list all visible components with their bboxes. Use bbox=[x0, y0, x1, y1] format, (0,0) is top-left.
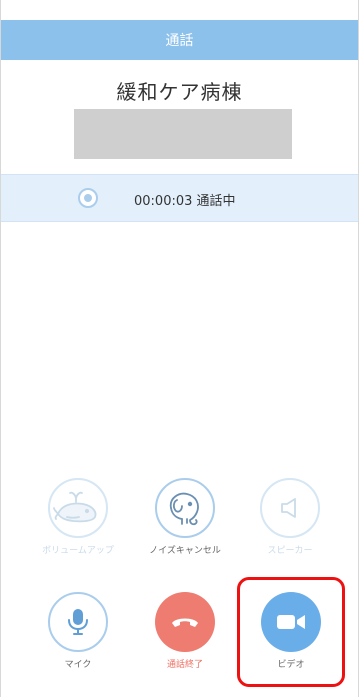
call-timer: 00:00:03 bbox=[134, 194, 193, 209]
mic-button[interactable]: マイク bbox=[38, 592, 118, 670]
call-status-text: 00:00:03 通話中 bbox=[134, 190, 236, 209]
volume-up-label: ボリュームアップ bbox=[42, 546, 114, 556]
mic-circle bbox=[48, 592, 108, 652]
status-radio-icon bbox=[78, 188, 98, 208]
call-screen: 通話 緩和ケア病棟 00:00:03 通話中 ボリュームアップ ノイズキャンセル… bbox=[0, 0, 359, 697]
header-title: 通話 bbox=[165, 33, 194, 49]
volume-up-circle bbox=[48, 478, 108, 538]
speaker-circle bbox=[260, 478, 320, 538]
speaker-button[interactable]: スピーカー bbox=[250, 478, 330, 556]
speaker-icon bbox=[281, 498, 296, 518]
elephant-icon bbox=[169, 492, 199, 526]
contact-name: 緩和ケア病棟 bbox=[116, 80, 243, 104]
mic-label: マイク bbox=[64, 660, 92, 670]
volume-up-button[interactable]: ボリュームアップ bbox=[38, 478, 118, 556]
call-state: 通話中 bbox=[196, 194, 236, 209]
call-status-row: 00:00:03 通話中 bbox=[1, 174, 358, 222]
header-bar: 通話 bbox=[1, 20, 358, 60]
end-call-label: 通話終了 bbox=[166, 660, 203, 670]
video-highlight-box bbox=[237, 577, 345, 687]
noise-cancel-label: ノイズキャンセル bbox=[149, 546, 221, 556]
whale-icon bbox=[53, 491, 97, 523]
redacted-block bbox=[74, 109, 292, 159]
speaker-label: スピーカー bbox=[267, 546, 313, 556]
end-call-circle bbox=[155, 592, 215, 652]
noise-cancel-circle bbox=[155, 478, 215, 538]
end-call-button[interactable]: 通話終了 bbox=[145, 592, 225, 670]
phone-hangup-icon bbox=[172, 618, 198, 627]
microphone-icon bbox=[68, 609, 88, 635]
noise-cancel-button[interactable]: ノイズキャンセル bbox=[145, 478, 225, 556]
